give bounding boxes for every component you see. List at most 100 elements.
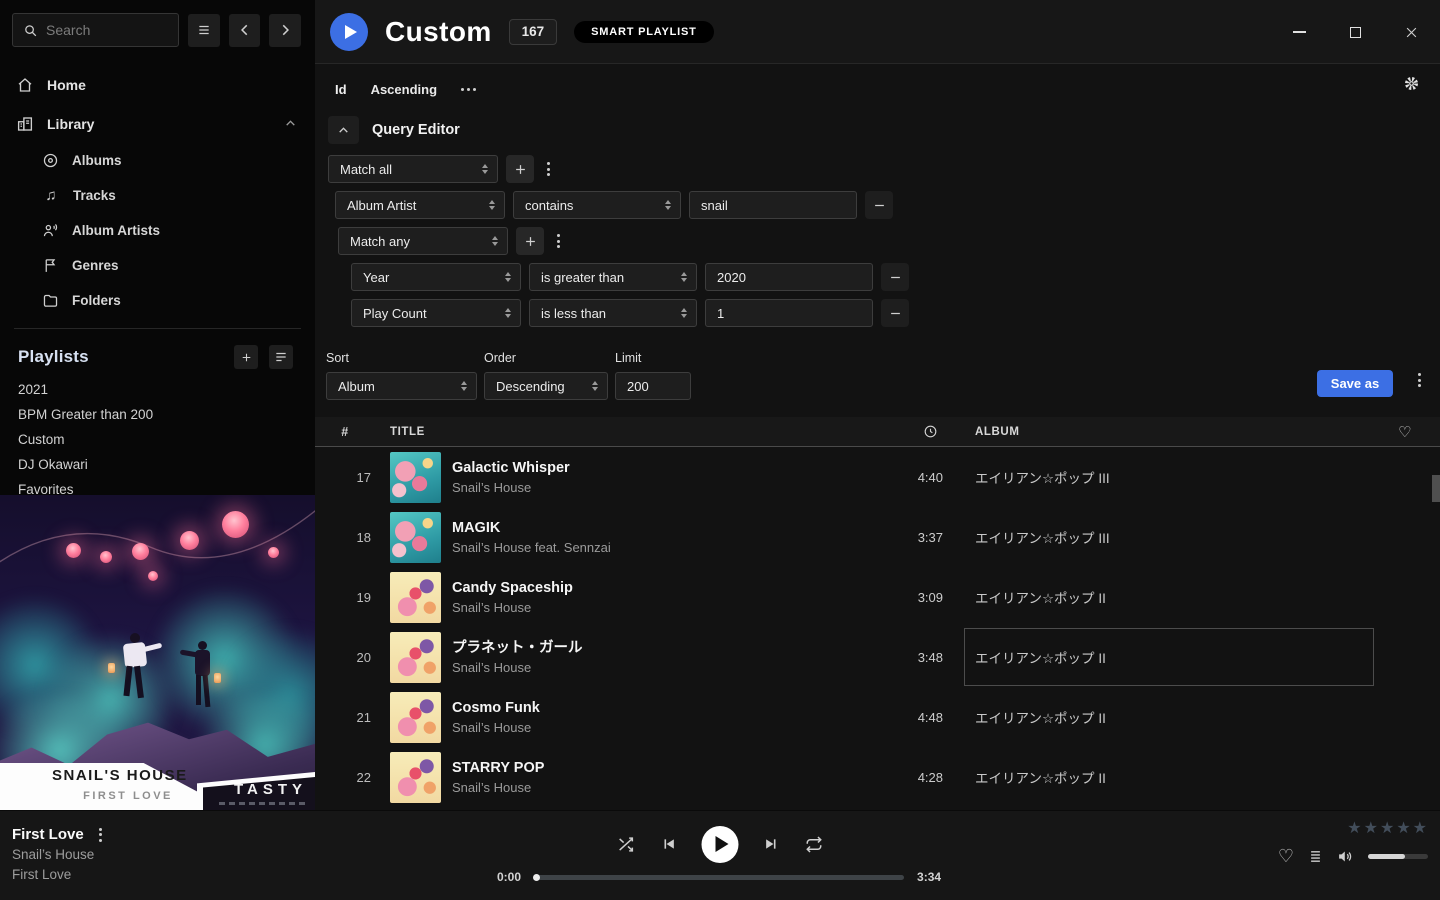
table-row[interactable]: 20 プラネット・ガール Snail’s House 3:48 エイリアン☆ポッ… [315,627,1440,687]
volume-button[interactable] [1337,848,1354,865]
col-title[interactable]: TITLE [375,426,890,438]
track-album-cell[interactable]: エイリアン☆ポップ III [970,507,1370,567]
queue-button[interactable] [1308,849,1323,864]
heart-icon: ♡ [1398,423,1412,441]
playlist-item-label: Custom [18,432,65,447]
sidebar-item-tracks[interactable]: ♫ Tracks [0,178,315,213]
col-album[interactable]: ALBUM [970,426,1370,438]
track-number: 18 [315,530,375,545]
remove-rule-button[interactable] [865,191,893,219]
star-icon[interactable]: ★ [1347,821,1361,837]
menu-button[interactable] [188,14,220,47]
maximize-button[interactable] [1341,18,1369,46]
scrollbar-thumb[interactable] [1432,475,1440,502]
search-box[interactable] [12,13,179,47]
volume-slider[interactable] [1368,854,1428,859]
rule-operator-select[interactable]: is greater than [529,263,697,291]
next-button[interactable] [764,836,780,852]
save-menu-button[interactable] [1413,373,1426,387]
sidebar-item-genres[interactable]: Genres [0,248,315,283]
remove-rule-button[interactable] [881,299,909,327]
more-options-button[interactable] [461,88,476,91]
seek-handle[interactable] [533,874,540,881]
star-icon[interactable]: ★ [1396,821,1410,837]
previous-button[interactable] [661,836,677,852]
playlist-item[interactable]: 2021 [0,377,315,402]
minimize-button[interactable] [1285,18,1313,46]
match-mode-select[interactable]: Match any [338,227,508,255]
col-duration[interactable] [890,424,970,439]
track-album: エイリアン☆ポップ II [975,587,1106,607]
rule-field-select[interactable]: Album Artist [335,191,505,219]
app-window: Home Library Albums ♫ Tracks [0,0,1440,900]
track-album-cell[interactable]: エイリアン☆ポップ II [970,687,1370,747]
order-select[interactable]: Descending [484,372,608,400]
rule-operator-select[interactable]: contains [513,191,681,219]
table-row[interactable]: 17 Galactic Whisper Snail’s House 4:40 エ… [315,447,1440,507]
remove-rule-button[interactable] [881,263,909,291]
rule-field-select[interactable]: Year [351,263,521,291]
repeat-button[interactable] [805,835,824,854]
track-album-cell[interactable]: エイリアン☆ポップ III [970,447,1370,507]
playlist-view-button[interactable] [269,345,293,369]
rule-value-input[interactable] [689,191,857,219]
table-row[interactable]: 18 MAGIK Snail’s House feat. Sennzai 3:3… [315,507,1440,567]
rule-value-input[interactable] [705,263,873,291]
rule-field-select[interactable]: Play Count [351,299,521,327]
group-menu-button[interactable] [542,162,555,176]
search-input[interactable] [46,22,168,38]
save-as-button[interactable]: Save as [1317,370,1393,397]
match-mode-select[interactable]: Match all [328,155,498,183]
sidebar-item-folders[interactable]: Folders [0,283,315,318]
sort-field-button[interactable]: Id [335,82,347,97]
track-artist: Snail’s House feat. Sennzai [452,538,890,557]
nav-back-button[interactable] [229,14,261,47]
star-icon[interactable]: ★ [1413,821,1427,837]
favorite-button[interactable]: ♡ [1278,847,1294,865]
settings-button[interactable] [1403,75,1420,95]
playlist-item[interactable]: Custom [0,427,315,452]
table-row[interactable]: 22 STARRY POP Snail’s House 4:28 エイリアン☆ポ… [315,747,1440,807]
rule-operator-select[interactable]: is less than [529,299,697,327]
hamburger-icon [196,23,212,37]
add-playlist-button[interactable] [234,345,258,369]
track-album-cell[interactable]: エイリアン☆ポップ II [970,747,1370,807]
star-icon[interactable]: ★ [1380,821,1394,837]
track-album-cell[interactable]: エイリアン☆ポップ II [970,627,1370,687]
rating-stars[interactable]: ★★★★★ [1347,821,1427,837]
search-icon [23,23,38,38]
sort-direction-button[interactable]: Ascending [371,82,437,97]
seek-bar[interactable] [534,875,904,880]
sort-select[interactable]: Album [326,372,477,400]
collapse-query-button[interactable] [328,116,359,144]
sidebar-item-library[interactable]: Library [0,104,315,143]
select-value: Year [363,270,389,285]
shuffle-button[interactable] [617,835,636,854]
playlist-item[interactable]: BPM Greater than 200 [0,402,315,427]
add-rule-button[interactable] [506,155,534,183]
elapsed-time: 0:00 [497,870,521,884]
playlist-item[interactable]: DJ Okawari [0,452,315,477]
play-playlist-button[interactable] [330,13,368,51]
close-button[interactable] [1397,18,1425,46]
table-row[interactable]: 21 Cosmo Funk Snail’s House 4:48 エイリアン☆ポ… [315,687,1440,747]
track-number: 19 [315,590,375,605]
track-album-cell[interactable]: エイリアン☆ポップ II [970,567,1370,627]
add-rule-button[interactable] [516,227,544,255]
plus-icon [523,234,538,249]
col-favorite[interactable]: ♡ [1370,423,1440,441]
nav-forward-button[interactable] [269,14,301,47]
sidebar-item-album-artists[interactable]: Album Artists [0,213,315,248]
cover-label-subtext [219,802,305,805]
track-menu-button[interactable] [94,828,107,842]
rule-value-input[interactable] [705,299,873,327]
now-playing-info: First Love Snail’s House First Love [12,824,107,885]
window-controls [1285,0,1425,64]
sidebar-item-albums[interactable]: Albums [0,143,315,178]
group-menu-button[interactable] [552,234,565,248]
star-icon[interactable]: ★ [1364,821,1378,837]
limit-input[interactable] [615,372,691,400]
play-pause-button[interactable] [702,826,739,863]
table-row[interactable]: 19 Candy Spaceship Snail’s House 3:09 エイ… [315,567,1440,627]
sidebar-item-home[interactable]: Home [0,65,315,104]
